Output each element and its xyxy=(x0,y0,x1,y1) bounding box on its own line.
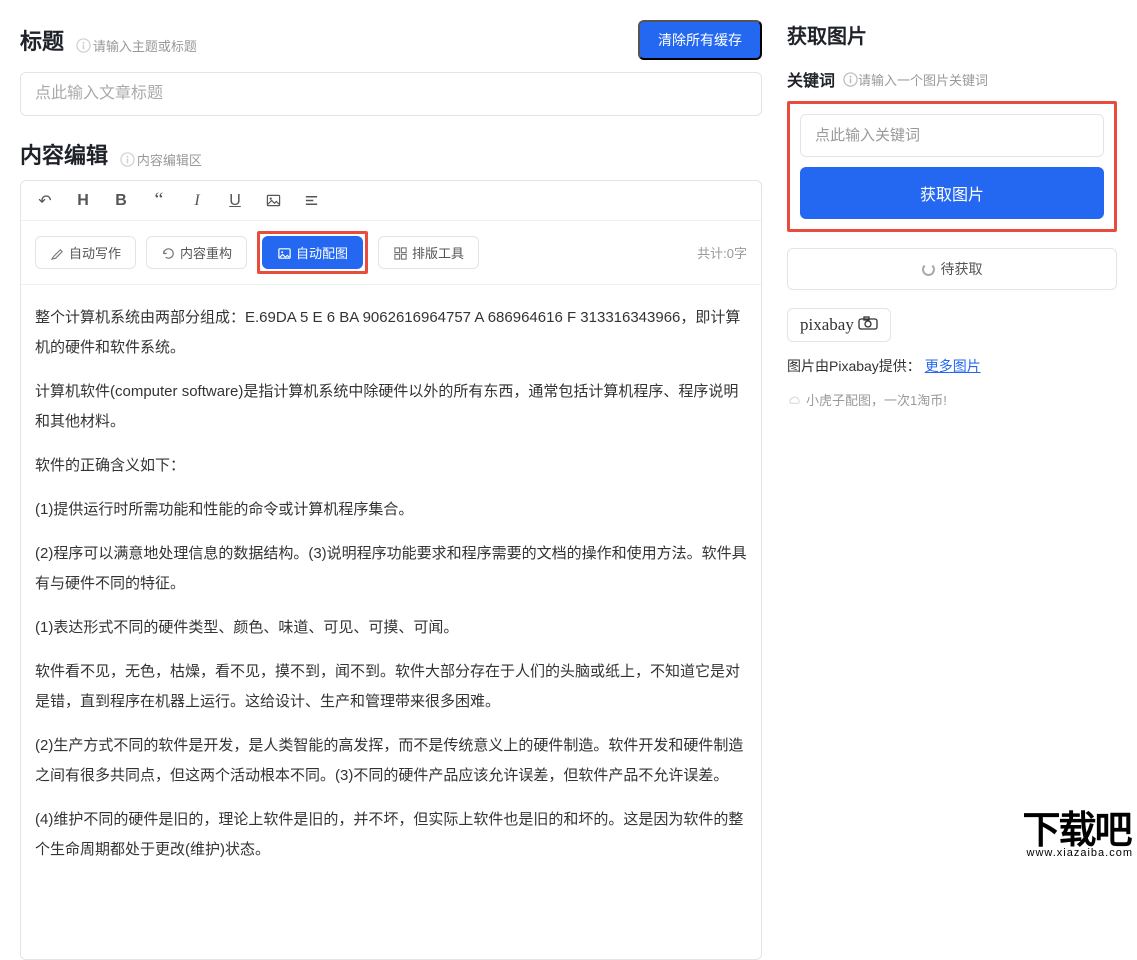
auto-image-highlight: 自动配图 xyxy=(257,231,368,274)
underline-icon[interactable]: U xyxy=(225,192,245,210)
auto-image-label: 自动配图 xyxy=(296,243,348,262)
content-paragraph: 软件的正确含义如下： xyxy=(35,451,747,481)
pixabay-logo: pixabay xyxy=(787,308,891,342)
clear-cache-button[interactable]: 清除所有缓存 xyxy=(638,20,762,60)
sidebar-title: 获取图片 xyxy=(787,20,1117,49)
title-label-group: 标题 请输入主题或标题 xyxy=(20,24,197,56)
spinner-icon xyxy=(922,263,935,276)
keyword-highlight-box: 获取图片 xyxy=(787,101,1117,232)
content-paragraph: (2)生产方式不同的软件是开发，是人类智能的高发挥，而不是传统意义上的硬件制造。… xyxy=(35,731,747,791)
restructure-button[interactable]: 内容重构 xyxy=(146,236,247,269)
content-paragraph: 整个计算机系统由两部分组成：E.69DA 5 E 6 BA 9062616964… xyxy=(35,303,747,363)
tip-text: 小虎子配图，一次1淘币! xyxy=(806,390,947,409)
pencil-icon xyxy=(50,244,65,260)
italic-icon[interactable]: I xyxy=(187,192,207,210)
content-edit-label-group: 内容编辑 内容编辑区 xyxy=(20,138,202,170)
restructure-label: 内容重构 xyxy=(180,243,232,262)
article-title-input[interactable] xyxy=(20,72,762,116)
image-icon[interactable] xyxy=(263,192,283,210)
fetch-image-button[interactable]: 获取图片 xyxy=(800,167,1104,219)
pending-status: 待获取 xyxy=(787,248,1117,290)
pending-label: 待获取 xyxy=(941,259,983,279)
content-paragraph: 软件看不见，无色，枯燥，看不见，摸不到，闻不到。软件大部分存在于人们的头脑或纸上… xyxy=(35,657,747,717)
layout-tool-button[interactable]: 排版工具 xyxy=(378,236,479,269)
content-paragraph: 计算机软件(computer software)是指计算机系统中除硬件以外的所有… xyxy=(35,377,747,437)
watermark: 下载吧 www.xiazaiba.com xyxy=(1023,814,1137,860)
refresh-icon xyxy=(161,244,176,260)
main-column: 标题 请输入主题或标题 清除所有缓存 内容编辑 内容编辑区 xyxy=(0,0,772,860)
content-paragraph: (1)提供运行时所需功能和性能的命令或计算机程序集合。 xyxy=(35,495,747,525)
section-title: 标题 xyxy=(20,29,64,54)
action-toolbar: 自动写作 内容重构 自动配图 xyxy=(21,221,761,285)
quote-icon[interactable]: “ xyxy=(149,189,169,212)
keyword-input[interactable] xyxy=(800,114,1104,157)
provider-text: 图片由Pixabay提供： xyxy=(787,358,921,374)
content-edit-title: 内容编辑 xyxy=(20,143,108,168)
keyword-label-row: 关键词 请输入一个图片关键词 xyxy=(787,67,1117,91)
info-icon xyxy=(843,71,858,87)
grid-icon xyxy=(393,244,408,260)
title-hint-text: 请输入主题或标题 xyxy=(93,36,197,55)
content-paragraph: (4)维护不同的硬件是旧的，理论上软件是旧的，并不坏，但实际上软件也是旧的和坏的… xyxy=(35,805,747,865)
auto-write-label: 自动写作 xyxy=(69,243,121,262)
sidebar: 获取图片 关键词 请输入一个图片关键词 获取图片 待获取 pixabay xyxy=(772,0,1137,860)
editor-wrapper: ↶ H B “ I U 自动写作 xyxy=(20,180,762,960)
content-edit-row: 内容编辑 内容编辑区 xyxy=(20,138,762,170)
info-icon xyxy=(76,37,91,53)
provider-line: 图片由Pixabay提供： 更多图片 xyxy=(787,356,1117,376)
more-images-link[interactable]: 更多图片 xyxy=(925,358,981,374)
title-row: 标题 请输入主题或标题 清除所有缓存 xyxy=(20,20,762,60)
title-hint: 请输入主题或标题 xyxy=(76,36,197,55)
content-paragraph: (2)程序可以满意地处理信息的数据结构。(3)说明程序功能要求和程序需要的文档的… xyxy=(35,539,747,599)
heading-icon[interactable]: H xyxy=(73,192,93,210)
keyword-label: 关键词 xyxy=(787,67,835,91)
image-small-icon xyxy=(277,244,292,260)
auto-write-button[interactable]: 自动写作 xyxy=(35,236,136,269)
content-edit-hint: 内容编辑区 xyxy=(120,150,202,169)
content-edit-hint-text: 内容编辑区 xyxy=(137,150,202,169)
bold-icon[interactable]: B xyxy=(111,192,131,210)
cloud-icon xyxy=(787,391,802,407)
camera-icon xyxy=(858,316,878,335)
align-icon[interactable] xyxy=(301,192,321,210)
info-icon xyxy=(120,151,135,167)
tip-line: 小虎子配图，一次1淘币! xyxy=(787,390,1117,409)
keyword-hint: 请输入一个图片关键词 xyxy=(843,70,988,89)
format-toolbar: ↶ H B “ I U xyxy=(21,181,761,221)
word-count: 共计:0字 xyxy=(697,243,747,262)
keyword-hint-text: 请输入一个图片关键词 xyxy=(858,70,988,89)
auto-image-button[interactable]: 自动配图 xyxy=(262,236,363,269)
watermark-main: 下载吧 xyxy=(1023,810,1131,852)
undo-icon[interactable]: ↶ xyxy=(35,191,55,211)
watermark-sub: www.xiazaiba.com xyxy=(1023,848,1137,860)
pixabay-text: pixabay xyxy=(800,315,854,335)
content-paragraph: (1)表达形式不同的硬件类型、颜色、味道、可见、可摸、可闻。 xyxy=(35,613,747,643)
layout-tool-label: 排版工具 xyxy=(412,243,464,262)
editor-content[interactable]: 整个计算机系统由两部分组成：E.69DA 5 E 6 BA 9062616964… xyxy=(21,285,761,959)
